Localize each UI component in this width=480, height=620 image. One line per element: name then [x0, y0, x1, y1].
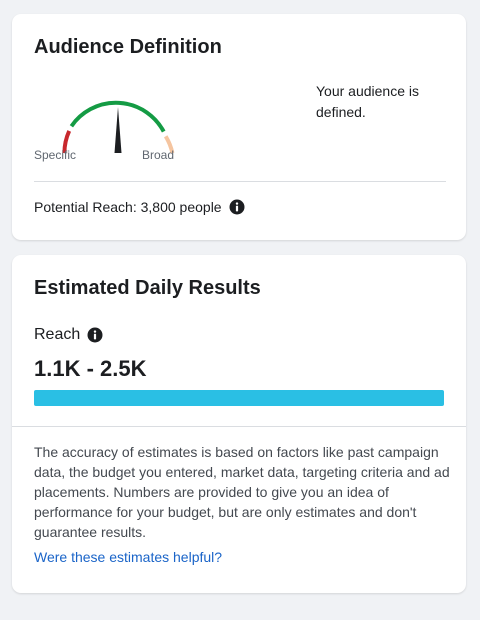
- gauge-needle: [114, 107, 122, 153]
- audience-definition-card: Audience Definition Specific Broad Your …: [12, 14, 466, 240]
- estimates-helpful-link[interactable]: Were these estimates helpful?: [34, 549, 222, 565]
- reach-progress-bar: [34, 390, 444, 406]
- divider: [12, 426, 466, 427]
- reach-progress-fill: [34, 390, 444, 406]
- audience-definition-title: Audience Definition: [34, 36, 222, 58]
- gauge-broad-label: Broad: [142, 148, 175, 162]
- audience-status-text: Your audience is defined.: [316, 83, 420, 120]
- gauge-specific-label: Specific: [34, 148, 77, 162]
- info-icon[interactable]: [229, 199, 245, 215]
- estimated-daily-results-title: Estimated Daily Results: [34, 277, 261, 299]
- estimated-daily-results-card: Estimated Daily Results Reach 1.1K - 2.5…: [12, 255, 466, 593]
- reach-label: Reach: [34, 326, 81, 343]
- estimates-disclaimer: The accuracy of estimates is based on fa…: [34, 444, 450, 540]
- potential-reach-text: Potential Reach: 3,800 people: [34, 199, 222, 215]
- potential-reach-row: Potential Reach: 3,800 people: [34, 199, 245, 215]
- divider: [34, 181, 446, 182]
- reach-label-row: Reach: [34, 326, 103, 344]
- audience-gauge: [62, 100, 175, 154]
- reach-range-value: 1.1K - 2.5K: [34, 356, 147, 381]
- info-icon[interactable]: [87, 327, 103, 343]
